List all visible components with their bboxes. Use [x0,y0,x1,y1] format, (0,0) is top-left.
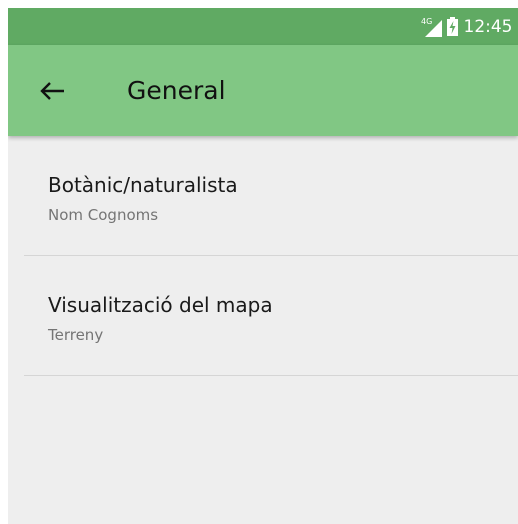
battery-charging-icon [447,17,458,36]
settings-list: Botànic/naturalista Nom Cognoms Visualit… [8,136,518,376]
status-time: 12:45 [463,17,513,37]
app-bar: General [8,45,518,136]
divider [24,375,518,376]
signal-4g-icon: 4G [421,17,442,37]
preference-title: Botànic/naturalista [48,173,238,197]
arrow-left-icon [40,82,64,100]
preference-summary: Nom Cognoms [48,206,159,224]
page-title: General [127,76,226,105]
preference-summary: Terreny [48,326,104,344]
preference-botanist[interactable]: Botànic/naturalista Nom Cognoms [8,136,518,256]
preference-map-view[interactable]: Visualització del mapa Terreny [8,256,518,376]
network-type-label: 4G [421,17,432,26]
device-screen: 4G 12:45 General Botànic/naturalista Nom… [8,8,518,524]
status-bar: 4G 12:45 [8,8,518,45]
back-button[interactable] [32,71,72,111]
preference-title: Visualització del mapa [48,293,273,317]
